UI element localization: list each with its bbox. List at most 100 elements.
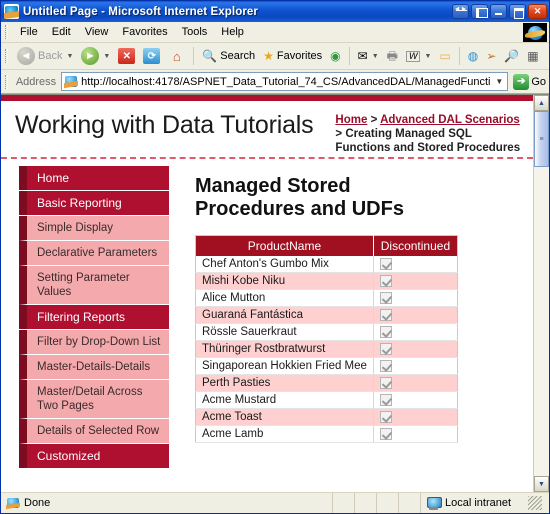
messenger-button[interactable]: ◍ xyxy=(464,48,482,64)
back-dropdown-icon[interactable]: ▼ xyxy=(66,53,73,60)
web-page: Working with Data Tutorials Home > Advan… xyxy=(1,95,533,492)
menu-view[interactable]: View xyxy=(78,24,116,40)
discontinued-checkbox xyxy=(379,360,392,373)
breadcrumb-sep-1: > xyxy=(367,114,381,126)
media-button[interactable]: ◉ xyxy=(326,48,344,64)
search-label: Search xyxy=(220,50,256,62)
document-icon xyxy=(6,497,20,510)
sidebar-item-setting-parameter-values[interactable]: Setting Parameter Values xyxy=(19,266,169,305)
scroll-down-button[interactable]: ▼ xyxy=(534,476,549,492)
menu-help[interactable]: Help xyxy=(214,24,251,40)
close-button[interactable]: ✕ xyxy=(528,4,547,19)
column-header-discontinued[interactable]: Discontinued xyxy=(373,235,458,256)
security-zone-cell[interactable]: Local intranet xyxy=(421,493,549,513)
restore-group-left-button[interactable] xyxy=(452,4,469,19)
scroll-up-button[interactable]: ▲ xyxy=(534,95,549,111)
discontinued-checkbox xyxy=(379,428,392,441)
edit-dropdown-icon[interactable]: ▼ xyxy=(424,53,431,60)
menu-favorites[interactable]: Favorites xyxy=(115,24,174,40)
table-row[interactable]: Acme Toast xyxy=(195,408,458,427)
ie-page-icon xyxy=(4,4,19,19)
table-row[interactable]: Singaporean Hokkien Fried Mee xyxy=(195,357,458,376)
refresh-button[interactable]: ⟳ xyxy=(139,46,164,66)
discuss-button[interactable]: ▭ xyxy=(435,48,454,64)
extra-tools-icon: ▦ xyxy=(527,49,539,63)
chevron-down-icon[interactable]: ▼ xyxy=(493,77,505,86)
table-row[interactable]: Perth Pasties xyxy=(195,374,458,393)
sidebar-item-basic-reporting[interactable]: Basic Reporting xyxy=(19,191,169,215)
sidebar-item-customized[interactable]: Customized xyxy=(19,444,169,468)
table-row[interactable]: Acme Lamb xyxy=(195,425,458,444)
table-row[interactable]: Mishi Kobe Niku xyxy=(195,272,458,291)
status-cell-4 xyxy=(399,493,421,513)
menu-tools[interactable]: Tools xyxy=(175,24,215,40)
address-input[interactable]: http://localhost:4178/ASPNET_Data_Tutori… xyxy=(61,72,509,91)
menu-file[interactable]: File xyxy=(13,24,45,40)
table-body: Chef Anton's Gumbo Mix Mishi Kobe Niku A… xyxy=(195,256,458,444)
sidebar-item-details-of-selected-row[interactable]: Details of Selected Row xyxy=(19,419,169,444)
forward-button[interactable]: ► ▼ xyxy=(77,45,114,67)
forward-dropdown-icon[interactable]: ▼ xyxy=(103,53,110,60)
restore-group-button[interactable] xyxy=(471,4,488,19)
table-row[interactable]: Acme Mustard xyxy=(195,391,458,410)
maximize-button[interactable] xyxy=(509,4,526,19)
scrollbar-track[interactable]: ≡ xyxy=(534,111,549,476)
encarta-icon: 🔎 xyxy=(504,49,520,63)
sidebar-item-filtering-reports[interactable]: Filtering Reports xyxy=(19,305,169,329)
toolbar-grip[interactable] xyxy=(5,49,8,63)
discontinued-checkbox xyxy=(379,411,392,424)
browser-window: Untitled Page - Microsoft Internet Explo… xyxy=(0,0,550,514)
edit-button[interactable]: W ▼ xyxy=(402,49,435,64)
sidebar-item-master-details-details[interactable]: Master-Details-Details xyxy=(19,355,169,380)
status-message-cell: Done xyxy=(1,493,333,513)
mail-dropdown-icon[interactable]: ▼ xyxy=(372,53,379,60)
sidebar-item-simple-display[interactable]: Simple Display xyxy=(19,216,169,241)
breadcrumb-section-link[interactable]: Advanced DAL Scenarios xyxy=(380,114,520,126)
encarta-button[interactable]: 🔎 xyxy=(500,48,523,64)
table-row[interactable]: Thüringer Rostbratwurst xyxy=(195,340,458,359)
sidebar-item-filter-by-dropdown-list[interactable]: Filter by Drop-Down List xyxy=(19,330,169,355)
status-cell-3 xyxy=(377,493,399,513)
cell-discontinued xyxy=(373,408,458,427)
back-button[interactable]: ◄ Back ▼ xyxy=(13,45,77,67)
page-scrollbar-vertical[interactable]: ▲ ≡ ▼ xyxy=(533,95,549,492)
status-message: Done xyxy=(24,497,51,509)
sidebar-item-master-detail-across-two-pages[interactable]: Master/Detail Across Two Pages xyxy=(19,380,169,419)
table-row[interactable]: Rössle Sauerkraut xyxy=(195,323,458,342)
menu-grip[interactable] xyxy=(5,25,8,39)
stop-button[interactable]: ✕ xyxy=(114,46,139,66)
column-header-productname[interactable]: ProductName xyxy=(195,235,374,256)
toolbar-separator xyxy=(193,47,195,65)
table-row[interactable]: Guaraná Fantástica xyxy=(195,306,458,325)
breadcrumb-home-link[interactable]: Home xyxy=(335,114,367,126)
research-button[interactable]: ➢ xyxy=(482,48,500,64)
sidebar-item-declarative-parameters[interactable]: Declarative Parameters xyxy=(19,241,169,266)
go-label: Go xyxy=(531,75,546,88)
window-resize-grip[interactable] xyxy=(528,496,542,510)
toolbar-separator-2 xyxy=(348,47,350,65)
extra-tools-button[interactable]: ▦ xyxy=(523,48,542,64)
mail-button[interactable]: ✉ ▼ xyxy=(354,48,383,64)
menu-edit[interactable]: Edit xyxy=(45,24,78,40)
discontinued-checkbox xyxy=(379,326,392,339)
home-button[interactable]: ⌂ xyxy=(164,46,189,66)
cell-productname: Thüringer Rostbratwurst xyxy=(195,340,374,359)
mail-icon: ✉ xyxy=(357,49,368,63)
address-grip[interactable] xyxy=(5,74,8,89)
table-row[interactable]: Alice Mutton xyxy=(195,289,458,308)
scrollbar-thumb[interactable]: ≡ xyxy=(534,111,549,167)
discuss-icon: ▭ xyxy=(439,49,451,63)
cell-discontinued xyxy=(373,306,458,325)
print-button[interactable]: 🖶 xyxy=(383,48,402,64)
search-button[interactable]: 🔍 Search xyxy=(198,48,259,64)
minimize-button[interactable] xyxy=(490,4,507,19)
forward-arrow-icon: ► xyxy=(81,47,100,65)
address-url-text: http://localhost:4178/ASPNET_Data_Tutori… xyxy=(81,75,491,88)
sidebar-item-home[interactable]: Home xyxy=(19,166,169,190)
cell-productname: Chef Anton's Gumbo Mix xyxy=(195,256,374,274)
table-row[interactable]: Chef Anton's Gumbo Mix xyxy=(195,256,458,274)
go-button[interactable]: ➔ Go xyxy=(511,73,546,90)
star-icon: ★ xyxy=(263,49,274,63)
cell-discontinued xyxy=(373,340,458,359)
favorites-button[interactable]: ★ Favorites xyxy=(259,48,326,64)
